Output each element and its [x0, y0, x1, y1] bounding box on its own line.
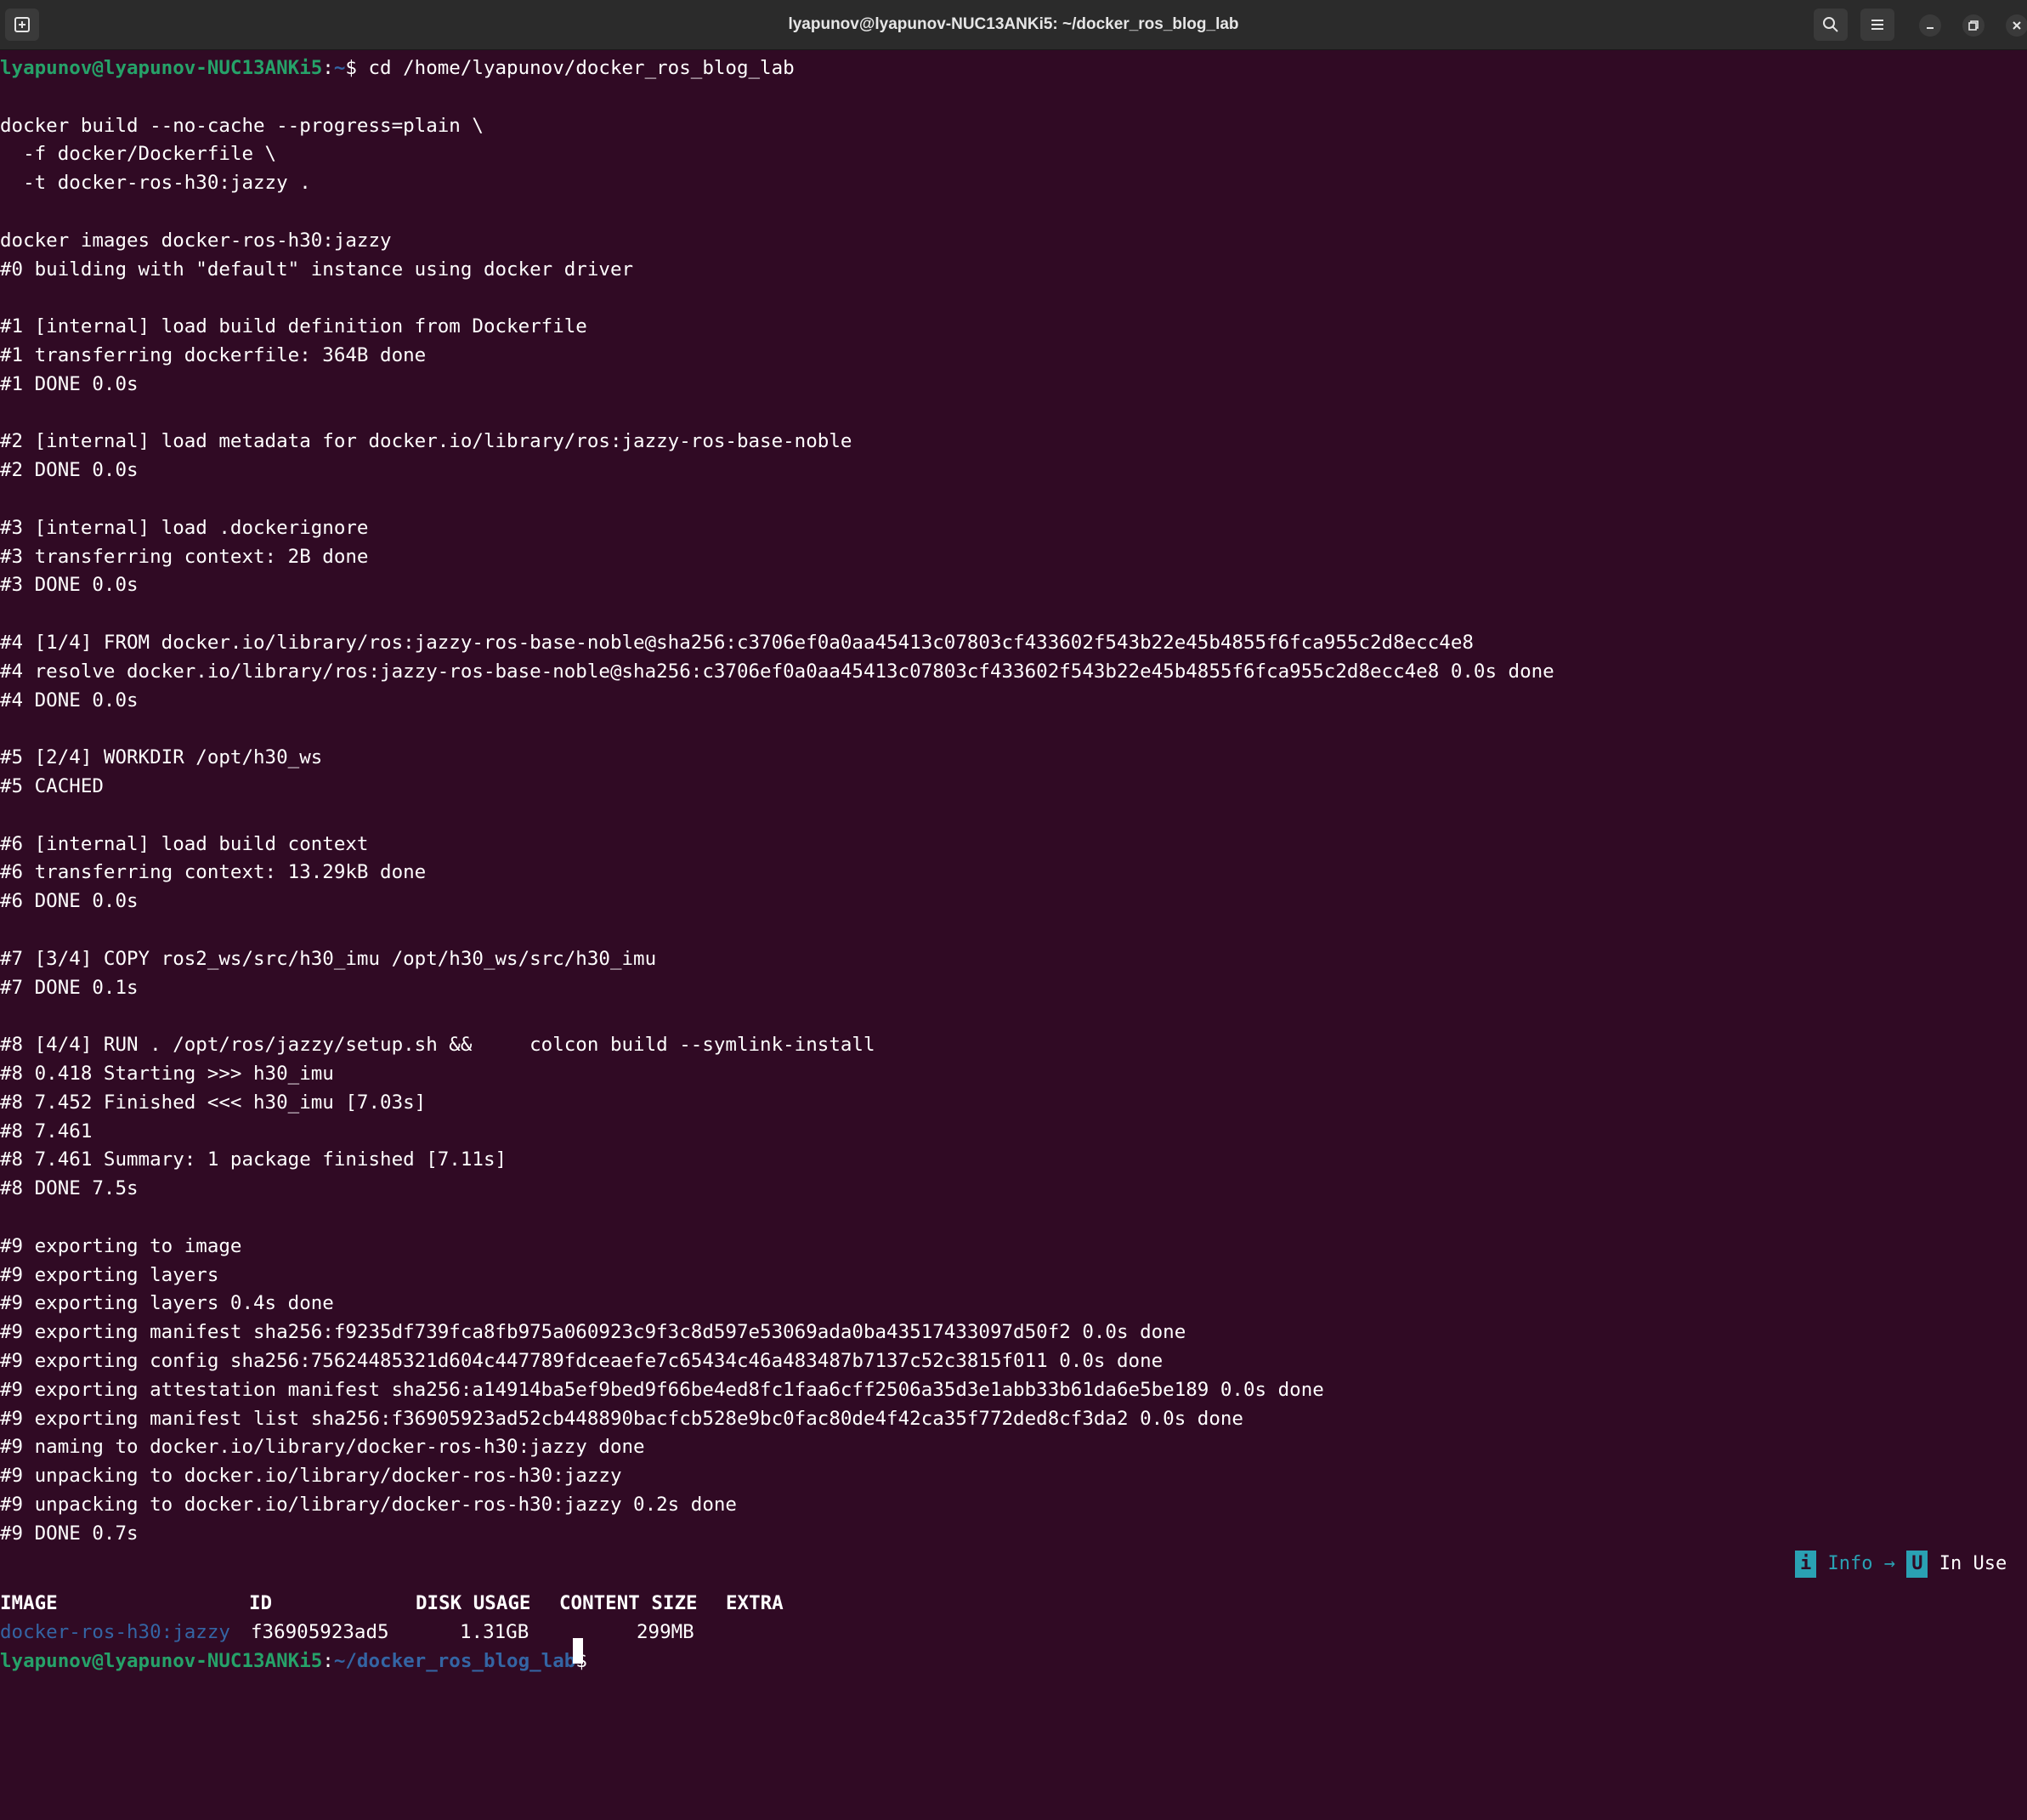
hamburger-menu-icon	[1871, 20, 1883, 30]
output-line: #2 [internal] load metadata for docker.i…	[0, 430, 852, 453]
output-line: #3 DONE 0.0s	[0, 574, 139, 597]
output-line: #9 exporting manifest list sha256:f36905…	[0, 1407, 1243, 1430]
output-line: -t docker-ros-h30:jazzy .	[0, 172, 311, 195]
prompt-user: lyapunov@lyapunov-NUC13ANKi5	[0, 57, 323, 79]
output-line: #9 exporting layers 0.4s done	[0, 1292, 334, 1315]
output-line: #9 exporting layers	[0, 1263, 219, 1286]
table-row: docker-ros-h30:jazzy f36905923ad5 1.31GB…	[0, 1618, 850, 1647]
table-header-extra: EXTRA	[726, 1592, 784, 1614]
output-line: #2 DONE 0.0s	[0, 459, 139, 482]
output-line: #6 DONE 0.0s	[0, 890, 139, 913]
output-line: #9 naming to docker.io/library/docker-ro…	[0, 1436, 645, 1459]
output-line: #9 exporting attestation manifest sha256…	[0, 1378, 1324, 1401]
output-line: #8 [4/4] RUN . /opt/ros/jazzy/setup.sh &…	[0, 1034, 875, 1057]
output-line: #8 7.461	[0, 1120, 93, 1142]
output-line: #3 transferring context: 2B done	[0, 545, 369, 568]
terminal-output[interactable]: lyapunov@lyapunov-NUC13ANKi5:~$ cd /home…	[0, 51, 2027, 1679]
terminal-cursor	[573, 1638, 583, 1664]
menu-button[interactable]	[1860, 9, 1894, 41]
output-line: #9 unpacking to docker.io/library/docker…	[0, 1465, 622, 1488]
minimize-button[interactable]	[1919, 14, 1941, 37]
search-icon	[1823, 17, 1838, 32]
content-size-cell: 299MB	[637, 1621, 694, 1643]
output-line: #7 [3/4] COPY ros2_ws/src/h30_imu /opt/h…	[0, 947, 657, 970]
output-line: #5 CACHED	[0, 775, 104, 797]
prompt-user: lyapunov@lyapunov-NUC13ANKi5	[0, 1650, 323, 1672]
output-line: #8 0.418 Starting >>> h30_imu	[0, 1063, 334, 1085]
disk-usage-cell: 1.31GB	[460, 1621, 529, 1643]
current-prompt-line: lyapunov@lyapunov-NUC13ANKi5:~/docker_ro…	[0, 1647, 587, 1675]
search-button[interactable]	[1814, 9, 1848, 41]
prompt-path: ~/docker_ros_blog_lab	[333, 1650, 576, 1672]
restore-icon	[1968, 20, 1979, 31]
output-line: #1 transferring dockerfile: 364B done	[0, 344, 427, 366]
minimize-icon	[1927, 27, 1934, 29]
prompt-path: ~	[333, 57, 346, 79]
image-id-cell: f36905923ad5	[251, 1621, 389, 1643]
output-line: #4 resolve docker.io/library/ros:jazzy-r…	[0, 660, 1554, 683]
output-line: #8 7.461 Summary: 1 package finished [7.…	[0, 1148, 507, 1171]
restore-button[interactable]	[1962, 14, 1985, 37]
prompt-separator: :	[322, 1650, 334, 1672]
image-name-cell: docker-ros-h30:jazzy	[0, 1621, 230, 1643]
in-use-badge: U	[1906, 1551, 1928, 1578]
in-use-label: In Use	[1939, 1553, 2007, 1574]
output-line: #4 [1/4] FROM docker.io/library/ros:jazz…	[0, 632, 1474, 654]
prompt-dollar: $	[345, 57, 357, 79]
output-line: #9 exporting config sha256:75624485321d6…	[0, 1350, 1164, 1372]
arrow-icon: →	[1883, 1553, 1895, 1574]
close-icon	[2013, 21, 2021, 30]
table-header-image: IMAGE	[0, 1592, 58, 1614]
window-title: lyapunov@lyapunov-NUC13ANKi5: ~/docker_r…	[788, 15, 1239, 33]
output-line: #6 [internal] load build context	[0, 832, 369, 855]
output-line: #7 DONE 0.1s	[0, 976, 139, 999]
output-line: docker images docker-ros-h30:jazzy	[0, 229, 392, 252]
window-titlebar: lyapunov@lyapunov-NUC13ANKi5: ~/docker_r…	[0, 0, 2027, 50]
output-line: #9 exporting to image	[0, 1234, 242, 1257]
info-label: Info	[1827, 1553, 1873, 1574]
close-button[interactable]	[2006, 14, 2027, 37]
table-header-disk-usage: DISK USAGE	[416, 1592, 531, 1614]
output-line: #1 DONE 0.0s	[0, 372, 139, 395]
output-line: #8 7.452 Finished <<< h30_imu [7.03s]	[0, 1091, 427, 1114]
output-line: -f docker/Dockerfile \	[0, 143, 277, 166]
command-text: cd /home/lyapunov/docker_ros_blog_lab	[356, 57, 795, 79]
prompt-line: lyapunov@lyapunov-NUC13ANKi5:~$ cd /home…	[0, 54, 795, 82]
output-line: #3 [internal] load .dockerignore	[0, 516, 369, 539]
info-badge: i	[1795, 1551, 1817, 1578]
output-line: #0 building with "default" instance usin…	[0, 258, 634, 281]
table-header-row: IMAGE ID DISK USAGE CONTENT SIZE EXTRA	[0, 1589, 850, 1618]
output-line: #5 [2/4] WORKDIR /opt/h30_ws	[0, 746, 323, 769]
table-header-id: ID	[249, 1592, 273, 1614]
output-line: #1 [internal] load build definition from…	[0, 315, 587, 338]
prompt-separator: :	[322, 57, 334, 79]
output-line: #9 DONE 0.7s	[0, 1522, 139, 1545]
output-line: #4 DONE 0.0s	[0, 689, 139, 712]
output-line: #9 unpacking to docker.io/library/docker…	[0, 1494, 737, 1516]
output-line: #6 transferring context: 13.29kB done	[0, 861, 427, 884]
output-line: #9 exporting manifest sha256:f9235df739f…	[0, 1321, 1186, 1344]
output-line: docker build --no-cache --progress=plain…	[0, 114, 484, 137]
table-header-content-size: CONTENT SIZE	[559, 1592, 698, 1614]
images-legend: i Info → U In Use	[1795, 1549, 2007, 1579]
output-line: #8 DONE 7.5s	[0, 1177, 139, 1200]
